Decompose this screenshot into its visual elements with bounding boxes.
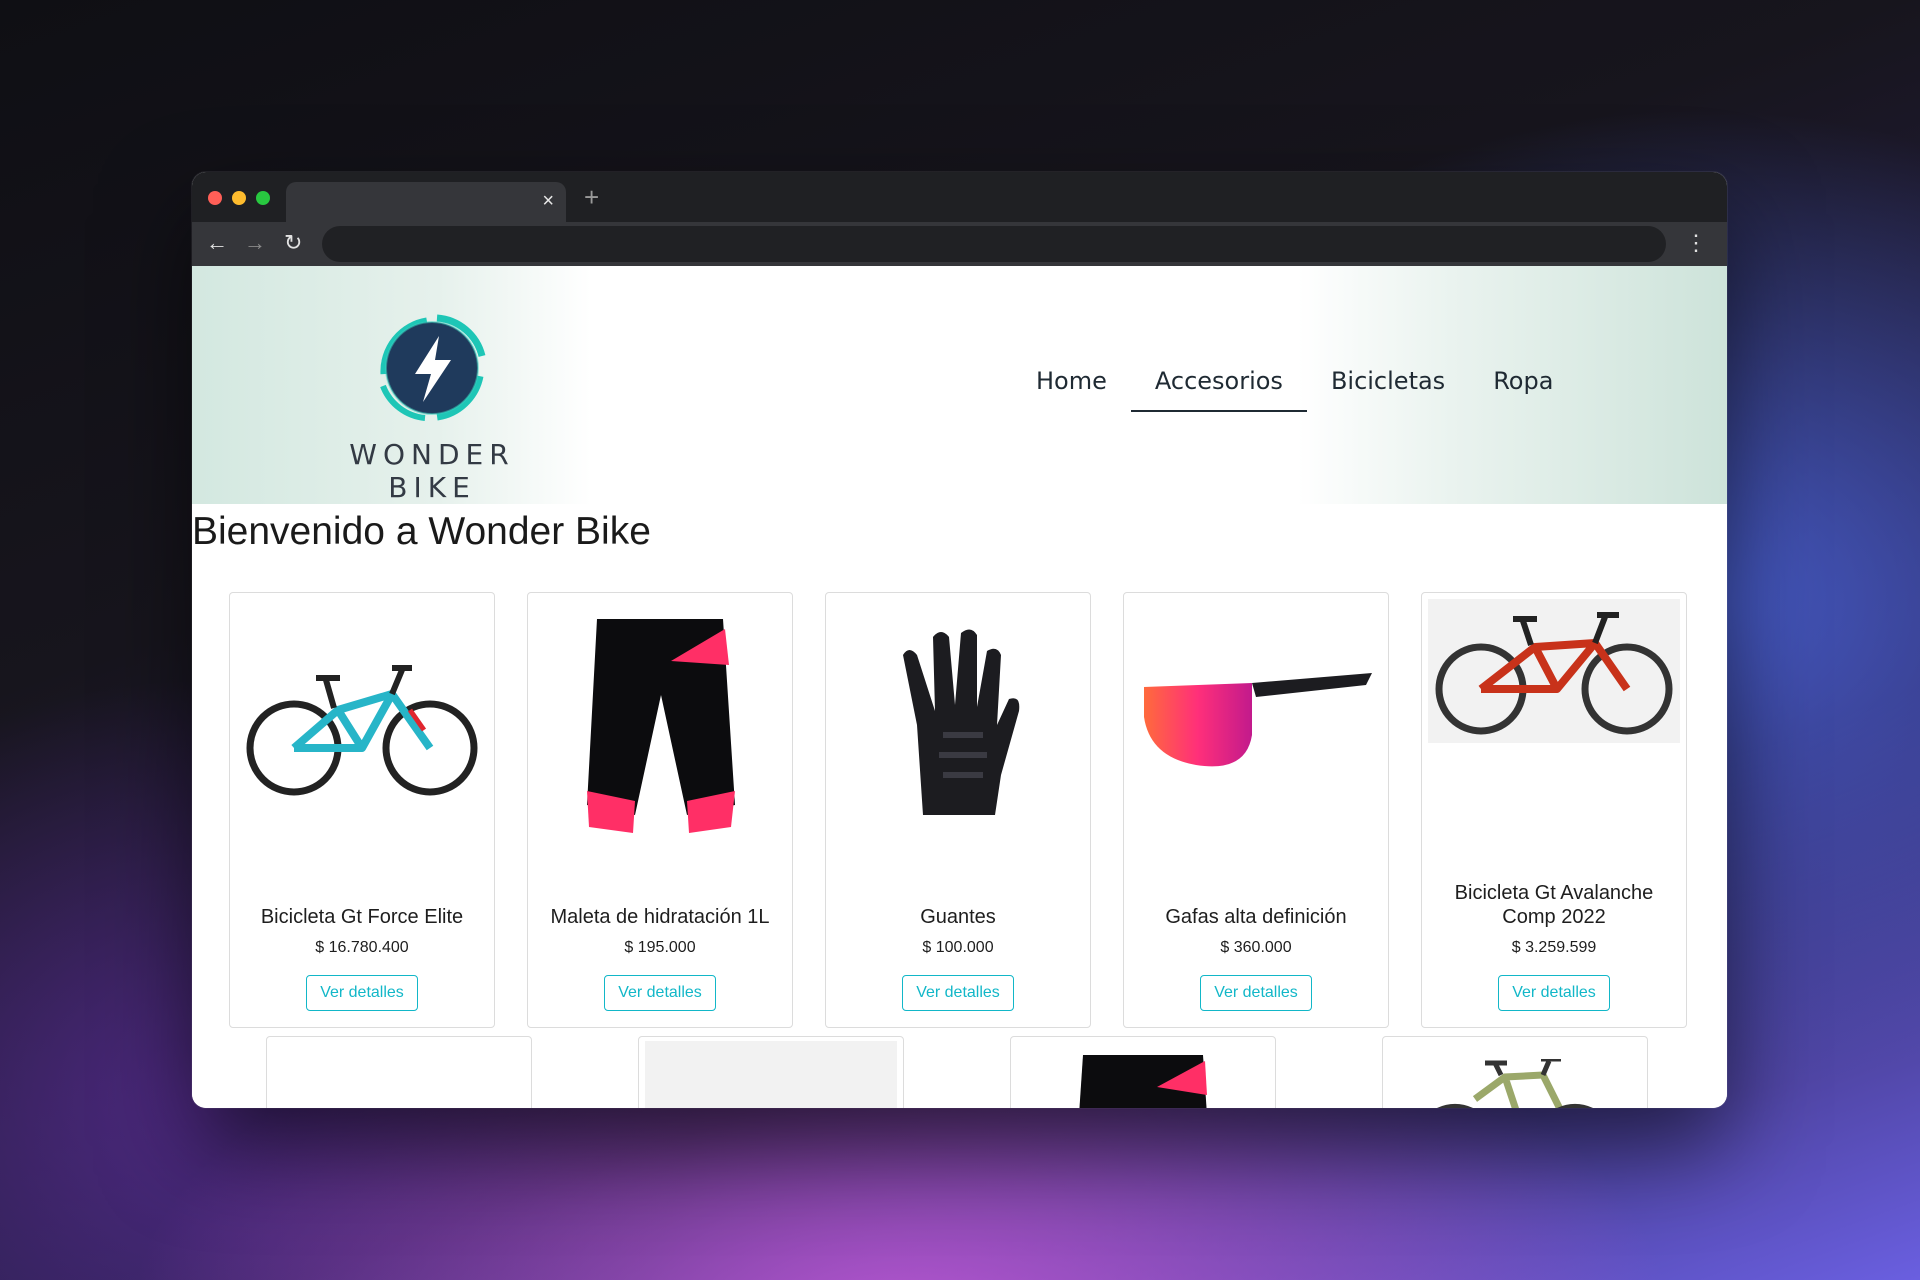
product-title: Bicicleta Gt Avalanche Comp 2022 [1454,882,1654,928]
browser-tab[interactable]: × [286,182,566,222]
product-image[interactable] [645,1041,897,1108]
nav-bicicletas[interactable]: Bicicletas [1307,364,1469,412]
product-card: Gafas alta definición $ 360.000 Ver deta… [1123,592,1389,1028]
product-body: Maleta de hidratación 1L $ 195.000 Ver d… [536,871,784,1011]
product-price: $ 360.000 [1220,939,1292,956]
back-arrow-icon[interactable]: ← [206,230,228,256]
site-header: WONDER BIKE Home Accesorios Bicicletas R… [192,266,1727,504]
product-price: $ 100.000 [922,939,994,956]
product-card: Bicicleta Gt Force Elite $ 16.780.400 Ve… [229,592,495,1028]
product-card: Guantes $ 100.000 Ver detalles [825,592,1091,1028]
mountain-bike-icon [1437,1059,1593,1108]
nav-home[interactable]: Home [1012,364,1131,412]
browser-toolbar: ← → ↻ ⋮ [192,222,1727,266]
ver-detalles-button[interactable]: Ver detalles [306,975,418,1011]
product-body: Bicicleta Gt Avalanche Comp 2022 $ 3.259… [1430,871,1678,1011]
mountain-bike-icon [1435,612,1673,735]
sunglasses-icon [1144,673,1372,767]
product-card[interactable] [1010,1036,1276,1108]
product-price: $ 16.780.400 [315,939,409,956]
browser-window: × + ← → ↻ ⋮ WONDER BIKE Home Accesorios … [192,172,1727,1108]
product-title: Maleta de hidratación 1L [550,906,770,928]
product-body: Guantes $ 100.000 Ver detalles [834,871,1082,1011]
product-body: Gafas alta definición $ 360.000 Ver deta… [1132,871,1380,1011]
close-window-button[interactable] [208,191,222,205]
ver-detalles-button[interactable]: Ver detalles [902,975,1014,1011]
product-image[interactable] [832,599,1084,851]
product-price: $ 3.259.599 [1511,939,1597,956]
maximize-window-button[interactable] [256,191,270,205]
brand-name: WONDER BIKE [349,438,515,504]
new-tab-button[interactable]: + [584,184,599,210]
lightning-bolt-logo-icon [380,314,486,421]
tab-close-icon[interactable]: × [542,190,554,212]
ver-detalles-button[interactable]: Ver detalles [1200,975,1312,1011]
traffic-lights [208,191,270,205]
product-grid-row-2 [266,1036,1666,1108]
browser-tab-bar: × + [192,172,1727,222]
nav-ropa[interactable]: Ropa [1469,364,1577,412]
main-nav: Home Accesorios Bicicletas Ropa [1012,364,1577,412]
mountain-bike-icon [246,665,478,796]
product-body: Bicicleta Gt Force Elite $ 16.780.400 Ve… [238,871,486,1011]
product-image[interactable] [1017,1043,1269,1108]
product-image[interactable] [1389,1043,1641,1108]
nav-accesorios[interactable]: Accesorios [1130,364,1307,412]
browser-menu-icon[interactable]: ⋮ [1685,230,1707,256]
product-card[interactable] [638,1036,904,1108]
cycling-shorts-icon [1079,1055,1207,1108]
minimize-window-button[interactable] [232,191,246,205]
product-image[interactable] [236,599,488,851]
product-card: Maleta de hidratación 1L $ 195.000 Ver d… [527,592,793,1028]
web-page: WONDER BIKE Home Accesorios Bicicletas R… [192,266,1727,1108]
product-card[interactable] [1382,1036,1648,1108]
glove-icon [903,629,1020,815]
ver-detalles-button[interactable]: Ver detalles [604,975,716,1011]
product-title: Bicicleta Gt Force Elite [260,906,464,928]
site-logo[interactable]: WONDER BIKE [302,304,562,504]
product-image[interactable] [1428,599,1680,743]
product-title: Guantes [920,906,996,928]
cycling-shorts-icon [587,619,735,833]
product-grid: Bicicleta Gt Force Elite $ 16.780.400 Ve… [229,592,1689,1028]
product-card: Bicicleta Gt Avalanche Comp 2022 $ 3.259… [1421,592,1687,1028]
forward-arrow-icon[interactable]: → [244,230,266,256]
product-card[interactable] [266,1036,532,1108]
product-title: Gafas alta definición [1165,906,1347,928]
product-image[interactable] [534,599,786,851]
reload-icon[interactable]: ↻ [284,230,302,256]
address-bar[interactable] [322,226,1666,262]
product-price: $ 195.000 [624,939,696,956]
product-image[interactable] [1130,599,1382,851]
page-title: Bienvenido a Wonder Bike [192,510,651,553]
ver-detalles-button[interactable]: Ver detalles [1498,975,1610,1011]
